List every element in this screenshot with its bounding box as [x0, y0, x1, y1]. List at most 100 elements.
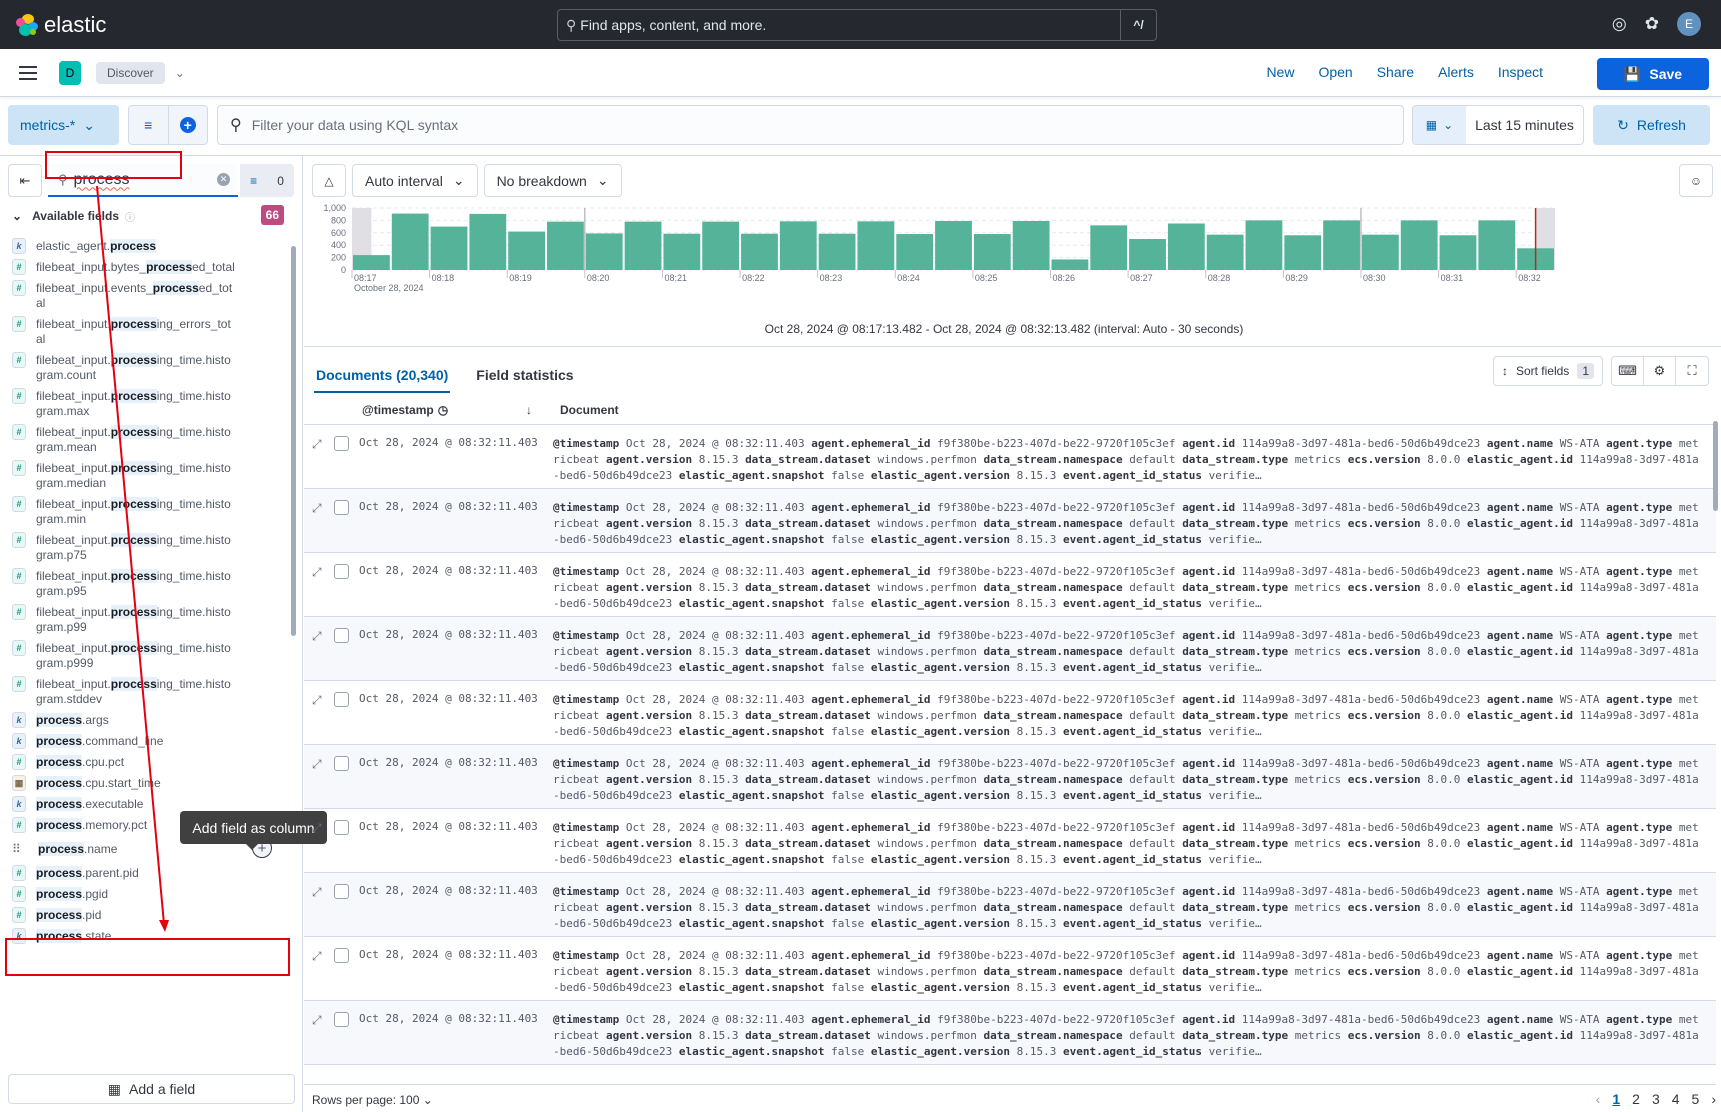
table-row[interactable]: ⤢ Oct 28, 2024 @ 08:32:11.403 @timestamp O… — [304, 489, 1716, 553]
sort-fields-button[interactable]: ↕ Sort fields 1 — [1492, 356, 1603, 386]
data-view-picker[interactable]: metrics-* ⌄ — [8, 105, 119, 145]
expand-icon[interactable]: ⤢ — [312, 629, 322, 644]
row-checkbox[interactable] — [334, 1012, 349, 1027]
field-item[interactable]: # filebeat_input.processing_time.histogra… — [10, 458, 280, 494]
column-header-document[interactable]: Document — [560, 403, 619, 417]
add-filter-button[interactable]: + — [169, 106, 208, 144]
field-item[interactable]: # filebeat_input.events_processed_total — [10, 278, 280, 314]
sidebar-scrollbar[interactable] — [291, 246, 296, 636]
news-icon[interactable]: ✿ — [1645, 14, 1659, 34]
expand-icon[interactable]: ⤢ — [312, 821, 322, 836]
field-item[interactable]: # filebeat_input.processing_time.histogra… — [10, 530, 280, 566]
quick-menu-button[interactable]: ▦ ⌄ — [1413, 106, 1466, 144]
row-checkbox[interactable] — [334, 756, 349, 771]
available-fields-header[interactable]: ⌄ Available fields ⓘ 66 — [12, 205, 284, 227]
kql-query-input[interactable]: ⚲ Filter your data using KQL syntax — [217, 105, 1404, 145]
table-row[interactable]: ⤢ Oct 28, 2024 @ 08:32:11.403 @timestamp O… — [304, 873, 1716, 937]
new-link[interactable]: New — [1266, 64, 1294, 80]
space-avatar[interactable]: D — [59, 60, 81, 85]
refresh-button[interactable]: ↻ Refresh — [1593, 105, 1710, 145]
date-picker[interactable]: ▦ ⌄ Last 15 minutes — [1412, 105, 1584, 145]
field-item[interactable]: # filebeat_input.processing_errors_total — [10, 314, 280, 350]
tab-field-statistics[interactable]: Field statistics — [474, 361, 575, 393]
expand-icon[interactable]: ⤢ — [312, 501, 322, 516]
field-item[interactable]: # filebeat_input.processing_time.histogra… — [10, 494, 280, 530]
field-item[interactable]: # process.pgid — [10, 884, 280, 905]
row-checkbox[interactable] — [334, 500, 349, 515]
row-checkbox[interactable] — [334, 436, 349, 451]
rows-per-page-selector[interactable]: Rows per page: 100 ⌄ — [312, 1093, 433, 1107]
global-search-input[interactable]: ⚲ Find apps, content, and more. ^/ — [557, 9, 1157, 41]
tab-documents[interactable]: Documents (20,340) — [314, 361, 451, 393]
row-checkbox[interactable] — [334, 820, 349, 835]
table-row[interactable]: ⤢ Oct 28, 2024 @ 08:32:11.403 @timestamp O… — [304, 553, 1716, 617]
expand-icon[interactable]: ⤢ — [312, 693, 322, 708]
page-link[interactable]: 2 — [1632, 1091, 1640, 1107]
inspect-link[interactable]: Inspect — [1498, 64, 1543, 80]
table-row[interactable]: ⤢ Oct 28, 2024 @ 08:32:11.403 @timestamp O… — [304, 617, 1716, 681]
row-checkbox[interactable] — [334, 628, 349, 643]
column-header-timestamp[interactable]: @timestamp ◷ — [362, 403, 526, 417]
table-row[interactable]: ⤢ Oct 28, 2024 @ 08:32:11.403 @timestamp O… — [304, 745, 1716, 809]
sort-desc-icon[interactable]: ↓ — [526, 403, 552, 417]
next-page-icon[interactable]: › — [1711, 1091, 1716, 1107]
breadcrumb-discover[interactable]: Discover — [96, 61, 165, 84]
page-link[interactable]: 5 — [1692, 1091, 1700, 1107]
table-row[interactable]: ⤢ Oct 28, 2024 @ 08:32:11.403 @timestamp O… — [304, 681, 1716, 745]
clear-icon[interactable]: ✕ — [217, 173, 230, 186]
field-item[interactable]: # filebeat_input.processing_time.histogra… — [10, 350, 280, 386]
field-type-filter[interactable]: ≡ 0 — [240, 164, 294, 197]
field-item[interactable]: # process.pid — [10, 905, 280, 926]
field-item[interactable]: k elastic_agent.process — [10, 236, 280, 257]
table-row[interactable]: ⤢ Oct 28, 2024 @ 08:32:11.403 @timestamp O… — [304, 425, 1716, 489]
field-item[interactable]: # filebeat_input.processing_time.histogra… — [10, 674, 280, 710]
time-range-label[interactable]: Last 15 minutes — [1466, 106, 1583, 144]
expand-icon[interactable]: ⤢ — [312, 949, 322, 964]
field-item[interactable]: ▦ process.cpu.start_time — [10, 773, 280, 794]
field-item[interactable]: # filebeat_input.processing_time.histogra… — [10, 638, 280, 674]
hide-chart-button[interactable]: △ — [312, 164, 346, 197]
add-field-button[interactable]: ▦ Add a field — [8, 1074, 295, 1104]
interval-dropdown[interactable]: Auto interval ⌄ — [352, 164, 478, 197]
field-item[interactable]: # process.cpu.pct — [10, 752, 280, 773]
prev-page-icon[interactable]: ‹ — [1596, 1091, 1601, 1107]
table-row[interactable]: ⤢ Oct 28, 2024 @ 08:32:11.403 @timestamp O… — [304, 1001, 1716, 1065]
field-item[interactable]: # filebeat_input.processing_time.histogra… — [10, 602, 280, 638]
field-item[interactable]: # filebeat_input.bytes_processed_total — [10, 257, 280, 278]
chart-options-button[interactable]: ☺ — [1679, 164, 1713, 197]
row-checkbox[interactable] — [334, 884, 349, 899]
table-row[interactable]: ⤢ Oct 28, 2024 @ 08:32:11.403 @timestamp O… — [304, 809, 1716, 873]
share-link[interactable]: Share — [1377, 64, 1414, 80]
help-icon[interactable]: ◎ — [1612, 14, 1627, 34]
filter-menu-button[interactable]: ≡ — [129, 106, 169, 144]
open-link[interactable]: Open — [1318, 64, 1352, 80]
expand-icon[interactable]: ⤢ — [312, 565, 322, 580]
chevron-down-icon[interactable]: ⌄ — [175, 66, 185, 80]
menu-icon[interactable] — [19, 65, 37, 80]
row-checkbox[interactable] — [334, 948, 349, 963]
keyboard-shortcuts-button[interactable]: ⌨ — [1612, 357, 1644, 385]
page-link[interactable]: 1 — [1612, 1091, 1620, 1107]
expand-icon[interactable]: ⤢ — [312, 1013, 322, 1028]
expand-icon[interactable]: ⤢ — [312, 757, 322, 772]
display-settings-button[interactable]: ⚙ — [1644, 357, 1676, 385]
row-checkbox[interactable] — [334, 692, 349, 707]
breakdown-dropdown[interactable]: No breakdown ⌄ — [483, 164, 622, 197]
field-item[interactable]: k process.args — [10, 710, 280, 731]
collapse-sidebar-button[interactable]: ⇤ — [8, 164, 42, 197]
fullscreen-button[interactable]: ⛶ — [1676, 357, 1708, 385]
field-item[interactable]: # filebeat_input.processing_time.histogra… — [10, 386, 280, 422]
field-item[interactable]: k process.command_line — [10, 731, 280, 752]
expand-icon[interactable]: ⤢ — [312, 437, 322, 452]
field-item[interactable]: # process.parent.pid — [10, 863, 280, 884]
table-scrollbar[interactable] — [1713, 421, 1718, 511]
page-link[interactable]: 4 — [1672, 1091, 1680, 1107]
save-button[interactable]: 💾 Save — [1597, 58, 1709, 90]
row-checkbox[interactable] — [334, 564, 349, 579]
field-item[interactable]: # filebeat_input.processing_time.histogra… — [10, 566, 280, 602]
elastic-logo[interactable]: elastic — [16, 12, 106, 38]
page-link[interactable]: 3 — [1652, 1091, 1660, 1107]
histogram-chart[interactable]: 1,000 800 600 400 200 0 08:17 08:18 08:19 08:20 08… — [312, 204, 1712, 314]
field-item[interactable]: # filebeat_input.processing_time.histogra… — [10, 422, 280, 458]
alerts-link[interactable]: Alerts — [1438, 64, 1474, 80]
